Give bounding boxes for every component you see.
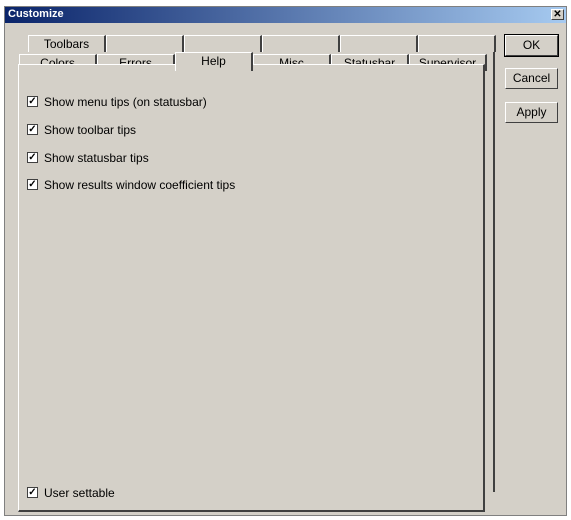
tab-stack-edge (493, 38, 495, 492)
option-menu-tips[interactable]: ✓ Show menu tips (on statusbar) (27, 95, 207, 109)
option-label: User settable (44, 486, 115, 500)
checkbox-icon[interactable]: ✓ (27, 152, 38, 164)
close-icon[interactable]: ✕ (551, 9, 564, 20)
apply-button[interactable]: Apply (505, 102, 558, 123)
ok-button[interactable]: OK (504, 34, 559, 57)
option-label: Show toolbar tips (44, 123, 137, 137)
tab-blank-4[interactable] (340, 35, 418, 52)
tab-blank-3[interactable] (262, 35, 340, 52)
title-bar: Customize ✕ (5, 7, 566, 23)
checkbox-icon[interactable]: ✓ (27, 96, 38, 108)
window-title: Customize (8, 8, 64, 20)
checkbox-icon[interactable]: ✓ (27, 487, 38, 499)
option-label: Show menu tips (on statusbar) (44, 95, 207, 109)
checkbox-icon[interactable]: ✓ (27, 179, 38, 191)
tab-blank-1[interactable] (106, 35, 184, 52)
cancel-button[interactable]: Cancel (505, 68, 558, 89)
tab-toolbars[interactable]: Toolbars (28, 35, 106, 52)
tab-blank-2[interactable] (184, 35, 262, 52)
option-toolbar-tips[interactable]: ✓ Show toolbar tips (27, 123, 136, 137)
option-label: Show results window coefficient tips (44, 178, 236, 192)
tab-help[interactable]: Help (175, 52, 253, 71)
option-statusbar-tips[interactable]: ✓ Show statusbar tips (27, 151, 149, 165)
tab-blank-5[interactable] (418, 35, 496, 52)
option-user-settable[interactable]: ✓ User settable (27, 486, 115, 500)
option-coefficient-tips[interactable]: ✓ Show results window coefficient tips (27, 178, 235, 192)
option-label: Show statusbar tips (44, 151, 149, 165)
checkbox-icon[interactable]: ✓ (27, 124, 38, 136)
